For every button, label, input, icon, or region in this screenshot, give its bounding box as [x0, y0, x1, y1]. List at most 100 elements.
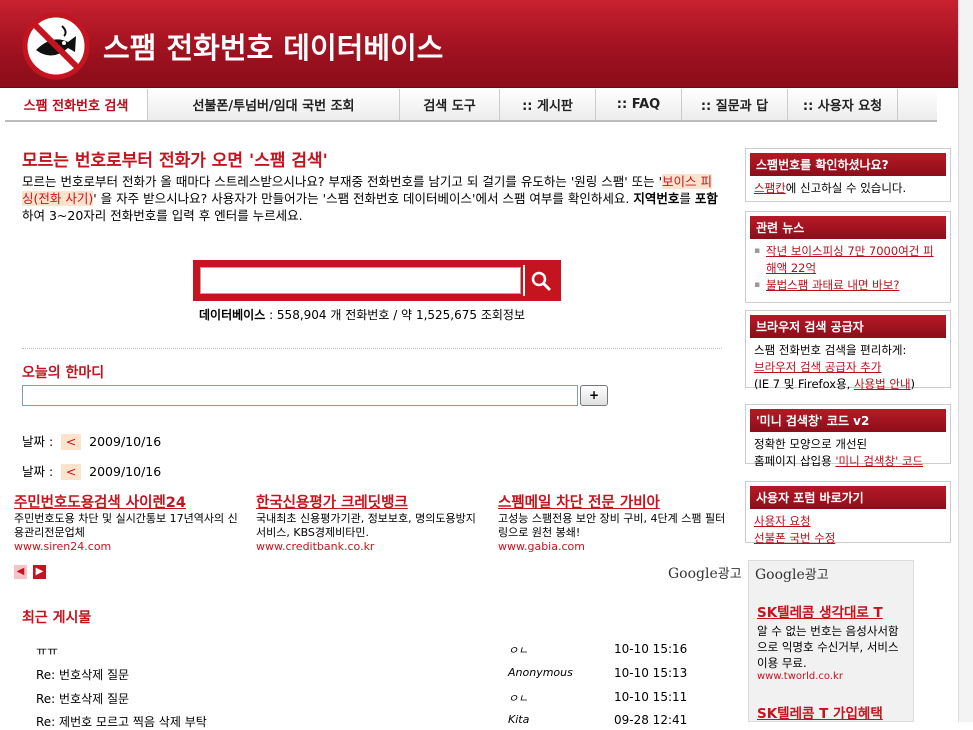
nav-tab[interactable]: 선불폰/투넘버/임대 국번 조회 [148, 89, 400, 120]
ad-desc: 주민번호도용 차단 및 실시간통보 17년역사의 신용관리전문업체 [14, 512, 238, 539]
post-time: 09-28 12:41 [614, 713, 688, 727]
phone-search-box [193, 260, 561, 301]
side-box-report: 스팸번호를 확인하셨나요? 스팸칸에 신고하실 수 있습니다. [745, 148, 951, 202]
nav-tab[interactable]: :: 질문과 답 [682, 89, 788, 120]
side-text: 스팸 전화번호 검색을 편리하게: [754, 343, 907, 357]
mini-search-code-link[interactable]: '미니 검색창' 코드 [835, 454, 923, 468]
db-stats: 데이터베이스 : 558,904 개 전화번호 / 약 1,525,675 조회… [199, 308, 526, 322]
ad-desc: 국내최초 신용평가기관, 정보보호, 명의도용방지 서비스, KBS경제비타민. [256, 512, 476, 539]
search-button[interactable] [523, 265, 556, 296]
phone-search-input[interactable] [200, 267, 521, 294]
ad-url[interactable]: www.creditbank.co.kr [256, 540, 486, 553]
forum-link-prepaid[interactable]: 선불폰 국번 수정 [754, 531, 835, 545]
date-label: 날짜 : [22, 434, 54, 449]
oneline-add-button[interactable]: + [580, 385, 608, 406]
post-title[interactable]: Re: 번호삭제 질문 [36, 690, 129, 707]
main-nav: 스팸 전화번호 검색 선불폰/투넘버/임대 국번 조회 검색 도구:: 게시판:: … [5, 89, 937, 122]
news-link[interactable]: 작년 보이스피싱 7만 7000여건 피해액 22억 [766, 244, 934, 275]
ad-siren24[interactable]: 주민번호도용검색 사이렌24 주민번호도용 차단 및 실시간통보 17년역사의 … [14, 491, 244, 553]
side-text: 홈페이지 삽입용 [754, 454, 836, 468]
side-box-title: '미니 검색창' 코드 v2 [750, 409, 946, 432]
side-ad-title-2[interactable]: SK텔레콤 T 가입혜택 [757, 702, 909, 722]
side-text: ) [910, 377, 916, 391]
divider [22, 348, 722, 349]
oneline-input[interactable] [22, 385, 578, 406]
post-title[interactable]: Re: 번호삭제 질문 [36, 666, 129, 683]
ad-creditbank[interactable]: 한국신용평가 크레딧뱅크 국내최초 신용평가기관, 정보보호, 명의도용방지 서… [256, 491, 486, 553]
ad-url[interactable]: www.gabia.com [498, 540, 728, 553]
side-text: 정확한 모양으로 개선된 [754, 437, 868, 451]
page-headline: 모르는 번호로부터 전화가 오면 '스팸 검색' [22, 151, 328, 171]
google-brand: Google [755, 567, 805, 583]
db-info: 1,525,675 [415, 308, 478, 322]
ads-prev-button[interactable]: ◀ [14, 565, 27, 579]
no-spam-fish-logo-icon[interactable] [22, 12, 90, 80]
date-prev-button[interactable]: < [61, 464, 82, 480]
google-suffix: 광고 [717, 567, 742, 582]
ads-next-button[interactable]: ▶ [33, 565, 46, 579]
ad-desc: 고성능 스팸전용 보안 장비 구비, 4단계 스팸 필터링으로 원천 봉쇄! [498, 512, 726, 539]
ad-title[interactable]: 스펨메일 차단 전문 가비아 [498, 491, 728, 512]
spam-report-link[interactable]: 스팸칸 [754, 181, 786, 195]
forum-link-user-request[interactable]: 사용자 요청 [754, 514, 811, 528]
nav-tab[interactable]: 검색 도구 [400, 89, 500, 120]
side-google-ad[interactable]: Google광고 SK텔레콤 생각대로 T 알 수 없는 번호는 음성사서함으로… [748, 560, 914, 722]
nav-tab[interactable]: 스팸 전화번호 검색 [5, 89, 148, 120]
google-brand: Google [668, 566, 718, 582]
post-time: 10-10 15:13 [614, 666, 688, 680]
post-time: 10-10 15:11 [614, 690, 688, 704]
side-box-news: 관련 뉴스 작년 보이스피싱 7만 7000여건 피해액 22억 불법스팸 과태… [745, 211, 951, 303]
side-text: (IE 7 및 Firefox용, [754, 377, 854, 391]
nav-tab[interactable]: :: FAQ [596, 89, 682, 120]
intro-part3: 하여 3~20자리 전화번호를 입력 후 엔터를 누르세요. [22, 208, 303, 223]
side-box-title: 관련 뉴스 [750, 216, 946, 239]
google-ads-label[interactable]: Google광고 [755, 564, 829, 583]
intro-bold-include: 포함 [694, 191, 718, 206]
post-title[interactable]: ㅠㅠ [36, 642, 58, 659]
intro-text: 모르는 번호로부터 전화가 올 때마다 스트레스받으시나요? 부재중 전화번호를… [22, 173, 722, 224]
side-ad-desc: 알 수 없는 번호는 음성사서함으로 익명호 수신거부, 서비스 이용 무료. [757, 624, 899, 670]
news-item[interactable]: 작년 보이스피싱 7만 7000여건 피해액 22억 [754, 243, 942, 277]
add-search-provider-link[interactable]: 브라우저 검색 공급자 추가 [754, 360, 881, 374]
side-box-title: 스팸번호를 확인하셨나요? [750, 153, 946, 176]
google-ads-label[interactable]: Google광고 [668, 563, 742, 582]
ad-url[interactable]: www.siren24.com [14, 540, 244, 553]
date-row: 날짜 : < 2009/10/16 [22, 461, 161, 480]
ad-title[interactable]: 한국신용평가 크레딧뱅크 [256, 491, 486, 512]
nav-tab[interactable]: :: 사용자 요청 [788, 89, 898, 120]
side-ad-title[interactable]: SK텔레콤 생각대로 T [757, 601, 909, 621]
nav-tab[interactable]: :: 게시판 [500, 89, 596, 120]
db-phones-unit: 개 전화번호 / 약 [330, 308, 413, 322]
intro-part1: 모르는 번호로부터 전화가 올 때마다 스트레스받으시나요? 부재중 전화번호를… [22, 174, 663, 189]
intro-part2: ' 을 자주 받으시나요? 사용자가 만들어가는 '스팸 전화번호 데이터베이스… [93, 191, 634, 206]
side-text: 에 신고하실 수 있습니다. [785, 181, 907, 195]
site-title[interactable]: 스팸 전화번호 데이터베이스 [103, 25, 443, 67]
db-label: 데이터베이스 [199, 308, 266, 322]
recent-posts-title: 최근 게시물 [22, 610, 92, 626]
side-box-title: 브라우저 검색 공급자 [750, 315, 946, 338]
ad-gabia[interactable]: 스펨메일 차단 전문 가비아 고성능 스팸전용 보안 장비 구비, 4단계 스팸… [498, 491, 728, 553]
post-author: ㅇㄴ [508, 644, 529, 657]
post-author: Kita [508, 713, 530, 726]
post-author: Anonymous [508, 666, 573, 679]
date-prev-button[interactable]: < [61, 434, 82, 450]
db-info-unit: 조회정보 [480, 308, 526, 322]
side-box-title: 사용자 포럼 바로가기 [750, 486, 946, 509]
side-box-browser: 브라우저 검색 공급자 스팸 전화번호 검색을 편리하게: 브라우저 검색 공급… [745, 310, 951, 391]
post-time: 10-10 15:16 [614, 642, 688, 656]
news-item[interactable]: 불법스팸 과태료 내면 바보? [754, 277, 942, 294]
post-author: ㅇㄴ [508, 692, 529, 705]
date-value: 2009/10/16 [89, 464, 162, 479]
usage-guide-link[interactable]: 사용법 안내 [854, 377, 911, 391]
ad-title[interactable]: 주민번호도용검색 사이렌24 [14, 491, 244, 512]
intro-bold-area-code: 지역번호 [633, 191, 680, 206]
google-suffix: 광고 [804, 568, 829, 583]
date-value: 2009/10/16 [89, 434, 162, 449]
intro-mid: 를 [679, 191, 695, 206]
side-ad-url[interactable]: www.tworld.co.kr [757, 671, 909, 682]
site-header: 스팸 전화번호 데이터베이스 [0, 0, 973, 88]
news-link[interactable]: 불법스팸 과태료 내면 바보? [766, 278, 899, 292]
date-label: 날짜 : [22, 464, 54, 479]
vertical-scrollbar[interactable] [958, 0, 973, 722]
side-box-forum: 사용자 포럼 바로가기 사용자 요청 선불폰 국번 수정 [745, 481, 951, 545]
